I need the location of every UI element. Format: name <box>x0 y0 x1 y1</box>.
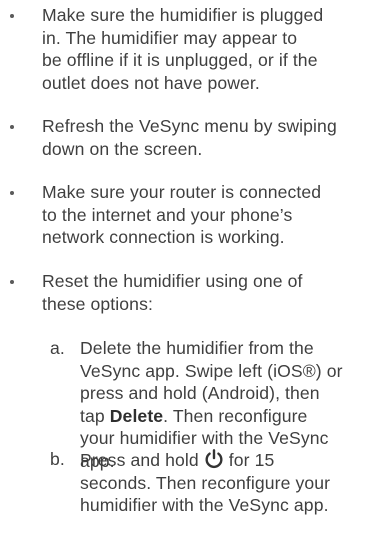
sub-text-before: Press and hold <box>80 450 199 470</box>
bullet-text: Refresh the VeSync menu by swiping down … <box>42 116 337 159</box>
bullet-text: Make sure the humidifier is plugged in. … <box>42 5 324 93</box>
bullet-dot <box>10 125 14 129</box>
bullet-dot <box>10 14 14 18</box>
bullet-dot <box>10 280 14 284</box>
power-icon <box>205 449 223 468</box>
delete-label: Delete <box>109 405 164 426</box>
bullet-dot <box>10 191 14 195</box>
sub-list-letter: a. <box>50 338 65 358</box>
sub-list-text: Press and hold for 15 seconds. Then recon… <box>80 448 376 517</box>
bullet-text: Reset the humidifier using one of these … <box>42 271 303 314</box>
sub-list-letter: b. <box>50 449 65 469</box>
bullet-text: Make sure your router is connected to th… <box>42 182 322 247</box>
